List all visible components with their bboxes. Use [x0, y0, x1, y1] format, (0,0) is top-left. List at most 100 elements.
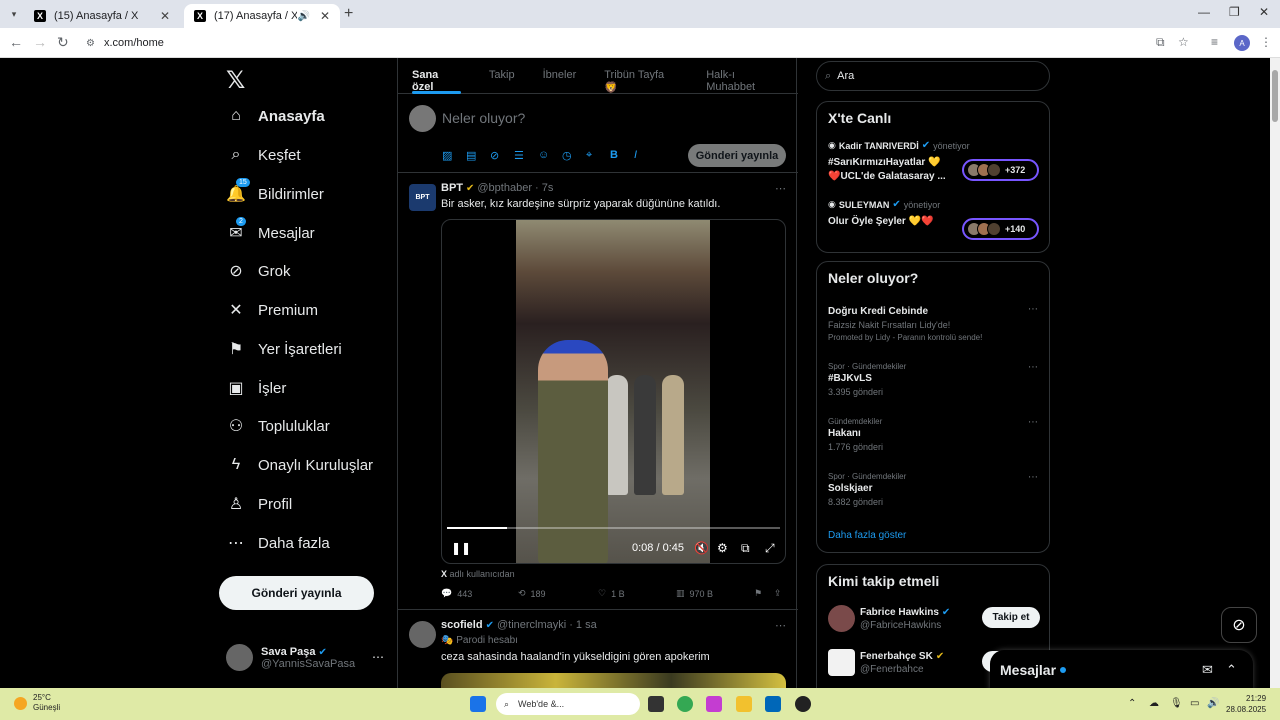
- follow-suggestion[interactable]: Fabrice Hawkins ✔ @FabriceHawkins Takip e…: [828, 605, 1040, 632]
- video-progress-bar[interactable]: [447, 527, 780, 529]
- messages-drawer[interactable]: Mesajlar ✉ ⌃: [990, 650, 1253, 688]
- bookmark-button[interactable]: ⚑: [754, 588, 774, 599]
- tweet-image[interactable]: [441, 673, 786, 688]
- file-explorer-icon[interactable]: [736, 696, 752, 712]
- trend-more-icon[interactable]: ⋯: [1028, 304, 1038, 315]
- pause-icon[interactable]: ❚❚: [451, 541, 471, 555]
- forward-icon[interactable]: →: [33, 34, 47, 50]
- install-app-icon[interactable]: ⧉: [1156, 35, 1165, 50]
- repost-button[interactable]: ⟲ 189: [518, 588, 598, 599]
- browser-tab-1[interactable]: X (15) Anasayfa / X ✕: [24, 4, 180, 28]
- nav-grok[interactable]: ⊘ Grok: [226, 256, 290, 286]
- listeners-pill[interactable]: +140: [962, 218, 1039, 240]
- account-more-icon[interactable]: ⋯: [372, 650, 384, 664]
- image-icon[interactable]: ▨: [442, 149, 454, 162]
- show-more-link[interactable]: Daha fazla göster: [828, 530, 906, 541]
- nav-home[interactable]: ⌂ Anasayfa: [226, 101, 325, 131]
- tweet-handle[interactable]: @bpthaber: [477, 182, 532, 194]
- tweet-author-name[interactable]: scofield: [441, 619, 483, 631]
- weather-widget[interactable]: 25°C Güneşli: [14, 693, 60, 713]
- profile-avatar[interactable]: A: [1234, 35, 1250, 51]
- views-button[interactable]: ▥ 970 B: [676, 588, 754, 599]
- tweet-handle[interactable]: @tinerclmayki: [497, 619, 566, 631]
- mute-icon[interactable]: 🔇: [694, 541, 709, 555]
- volume-icon[interactable]: 🔊: [1207, 698, 1219, 709]
- nav-jobs[interactable]: ▣ İşler: [226, 373, 286, 403]
- avatar[interactable]: [409, 621, 436, 648]
- like-button[interactable]: ♡ 1 B: [598, 588, 676, 599]
- trend-more-icon[interactable]: ⋯: [1028, 362, 1038, 373]
- tab-for-you[interactable]: Sana özel: [398, 58, 475, 94]
- address-bar[interactable]: ⚙ x.com/home: [80, 32, 1200, 54]
- italic-icon[interactable]: I: [634, 149, 646, 162]
- media-controls-icon[interactable]: ≡: [1211, 35, 1218, 49]
- restore-icon[interactable]: ❐: [1229, 5, 1240, 19]
- microphone-icon[interactable]: 🎙: [1170, 698, 1183, 709]
- back-icon[interactable]: ←: [9, 34, 23, 50]
- promoted-trend[interactable]: Doğru Kredi Cebinde Faizsiz Nakit Fırsat…: [828, 304, 1038, 342]
- close-window-icon[interactable]: ✕: [1259, 5, 1269, 19]
- nav-bookmarks[interactable]: ⚑ Yer İşaretleri: [226, 334, 342, 364]
- post-button[interactable]: Gönderi yayınla: [219, 576, 374, 610]
- x-logo-icon[interactable]: 𝕏: [226, 66, 245, 95]
- tweet[interactable]: BPT BPT ✔ @bpthaber · 7s ⋯ Bir asker, kı…: [398, 174, 798, 610]
- nav-explore[interactable]: ⌕ Keşfet: [226, 140, 301, 170]
- fullscreen-icon[interactable]: ⤢: [765, 541, 775, 556]
- schedule-icon[interactable]: ◷: [562, 149, 574, 162]
- tab-list-1[interactable]: İbneler: [529, 58, 591, 94]
- tab-following[interactable]: Takip: [475, 58, 529, 94]
- poll-icon[interactable]: ☰: [514, 149, 526, 162]
- store-icon[interactable]: [765, 696, 781, 712]
- nav-premium[interactable]: ✕ Premium: [226, 295, 318, 325]
- bold-icon[interactable]: B: [610, 149, 622, 162]
- tab-list-3[interactable]: Halk-ı Muhabbet: [692, 58, 798, 94]
- tweet-time[interactable]: · 1 sa: [569, 619, 597, 631]
- share-button[interactable]: ⇪: [774, 588, 782, 599]
- trend-item[interactable]: Spor · Gündemdekiler #BJKvLS 3.395 gönde…: [828, 362, 1038, 397]
- avatar[interactable]: BPT: [409, 184, 436, 211]
- live-space[interactable]: ◉ Kadir TANRIVERDİ ✔ yönetiyor #SarıKırmızı…: [828, 140, 970, 184]
- new-tab-button[interactable]: +: [344, 5, 353, 23]
- app-icon[interactable]: [795, 696, 811, 712]
- close-tab-icon[interactable]: ✕: [160, 9, 170, 23]
- bookmark-star-icon[interactable]: ☆: [1178, 35, 1189, 49]
- trend-more-icon[interactable]: ⋯: [1028, 417, 1038, 428]
- trend-item[interactable]: Gündemdekiler Hakanı 1.776 gönderi ⋯: [828, 417, 1038, 452]
- grok-floating-button[interactable]: ⊘: [1221, 607, 1257, 643]
- tab-list-2[interactable]: Tribün Tayfa 🦁: [590, 58, 692, 94]
- video-player[interactable]: ❚❚ 0:08 / 0:45 🔇 ⚙ ⧉ ⤢: [441, 219, 786, 564]
- trend-more-icon[interactable]: ⋯: [1028, 472, 1038, 483]
- emoji-icon[interactable]: ☺: [538, 149, 550, 162]
- task-view-icon[interactable]: [648, 696, 664, 712]
- tweet-more-icon[interactable]: ⋯: [775, 619, 786, 632]
- nav-profile[interactable]: ♙ Profil: [226, 489, 292, 519]
- tab-search-icon[interactable]: ▾: [6, 6, 22, 22]
- clock[interactable]: 21:29 28.08.2025: [1226, 693, 1266, 715]
- location-icon[interactable]: ⌖: [586, 149, 598, 162]
- scrollbar-thumb[interactable]: [1272, 70, 1278, 122]
- tweet-more-icon[interactable]: ⋯: [775, 182, 786, 195]
- gif-icon[interactable]: ▤: [466, 149, 478, 162]
- tweet-time[interactable]: · 7s: [535, 182, 553, 194]
- browser-menu-icon[interactable]: ⋮: [1260, 35, 1272, 49]
- trend-item[interactable]: Spor · Gündemdekiler Solskjaer 8.382 gön…: [828, 472, 1038, 507]
- copilot-icon[interactable]: [706, 696, 722, 712]
- nav-verified-orgs[interactable]: ϟ Onaylı Kuruluşlar: [226, 450, 373, 480]
- tray-overflow-icon[interactable]: ⌃: [1128, 698, 1136, 709]
- scrollbar[interactable]: [1270, 58, 1280, 688]
- nav-communities[interactable]: ⚇ Topluluklar: [226, 411, 330, 441]
- reply-button[interactable]: 💬 443: [441, 588, 518, 599]
- windows-start-icon[interactable]: [470, 696, 486, 712]
- reload-icon[interactable]: ↻: [57, 34, 69, 51]
- minimize-icon[interactable]: —: [1198, 5, 1210, 19]
- live-space[interactable]: ◉ SULEYMAN ✔ yönetiyor Olur Öyle Şeyler 💛❤️: [828, 199, 950, 229]
- tweet-author-name[interactable]: BPT: [441, 182, 463, 194]
- listeners-pill[interactable]: +372: [962, 159, 1039, 181]
- close-tab-icon[interactable]: ✕: [320, 9, 330, 23]
- compose-input[interactable]: Neler oluyor?: [442, 110, 525, 126]
- search-input[interactable]: ⌕ Ara: [816, 61, 1050, 91]
- taskbar-search[interactable]: ⌕ Web'de &...: [496, 693, 640, 715]
- speaker-icon[interactable]: 🔊: [297, 11, 309, 22]
- account-switcher[interactable]: Sava Paşa ✔ @YannisSavaPasa: [226, 644, 355, 671]
- browser-tab-2[interactable]: X (17) Anasayfa / X 🔊 ✕: [184, 4, 340, 28]
